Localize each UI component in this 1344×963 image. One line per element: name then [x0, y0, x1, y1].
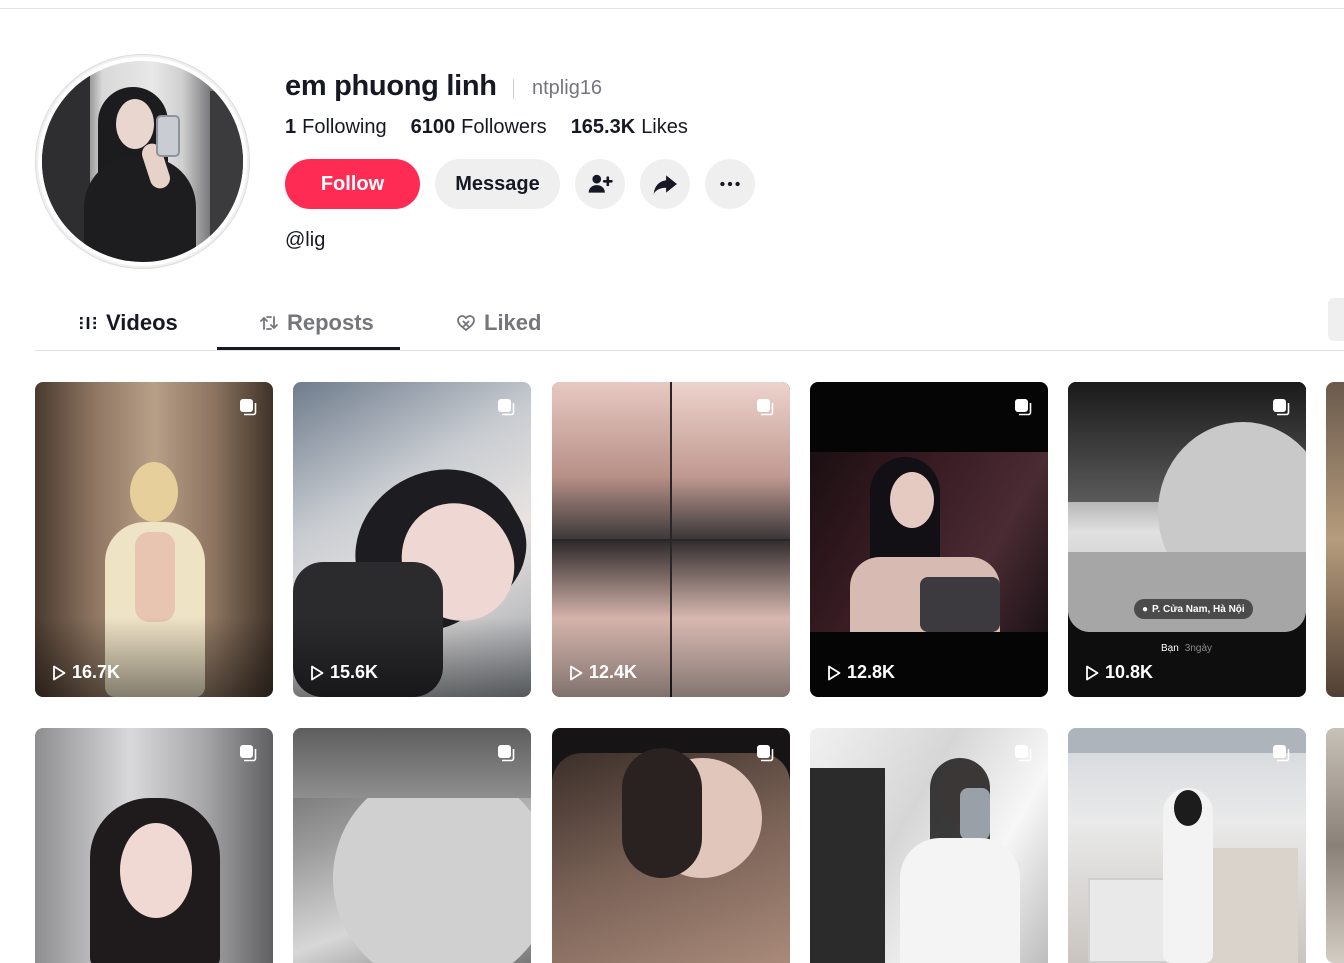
- video-tile[interactable]: [1068, 728, 1306, 963]
- stat-following[interactable]: 1 Following: [285, 116, 387, 139]
- stat-label: Likes: [641, 116, 688, 138]
- more-icon: [720, 181, 740, 187]
- multi-photo-icon: [240, 399, 257, 416]
- multi-photo-icon: [498, 399, 515, 416]
- multi-photo-icon: [1273, 745, 1290, 762]
- video-thumbnail: [1068, 382, 1306, 632]
- video-tile[interactable]: [293, 728, 531, 963]
- post-meta: Bạn 3ngày: [1161, 643, 1212, 654]
- multi-photo-icon: [240, 745, 257, 762]
- heart-icon: [457, 315, 475, 331]
- follow-button[interactable]: Follow: [285, 159, 420, 209]
- side-panel-handle[interactable]: [1328, 298, 1344, 341]
- meta-time: 3ngày: [1184, 643, 1213, 654]
- profile-username: ntplig16: [532, 77, 603, 99]
- repost-icon: [260, 316, 278, 330]
- play-icon: [570, 665, 583, 680]
- share-icon: [653, 175, 677, 194]
- view-count-value: 15.6K: [330, 662, 379, 682]
- stat-label: Followers: [461, 116, 547, 138]
- play-icon: [311, 665, 324, 680]
- message-button[interactable]: Message: [435, 159, 560, 209]
- view-count: 16.7K: [52, 662, 120, 683]
- multi-photo-icon: [757, 399, 774, 416]
- video-tile-partial[interactable]: [1326, 728, 1344, 963]
- view-count: 12.8K: [827, 662, 895, 683]
- view-count-value: 10.8K: [1105, 662, 1154, 682]
- stat-followers[interactable]: 6100 Followers: [411, 116, 547, 139]
- share-button[interactable]: [640, 159, 690, 209]
- tab-label: Reposts: [287, 310, 374, 335]
- tab-label: Videos: [106, 310, 178, 335]
- video-tile[interactable]: [35, 728, 273, 963]
- profile-bio: @lig: [285, 229, 326, 251]
- video-tile[interactable]: 12.4K: [552, 382, 790, 697]
- tab-reposts[interactable]: Reposts: [259, 296, 374, 350]
- add-friend-button[interactable]: [575, 159, 625, 209]
- video-tile-partial[interactable]: [1326, 382, 1344, 697]
- grid-icon: [80, 317, 96, 329]
- profile-stats: 1 Following 6100 Followers 165.3K Likes: [285, 116, 712, 139]
- multi-photo-icon: [498, 745, 515, 762]
- tab-label: Liked: [484, 310, 542, 335]
- location-pin-icon: ●: [1142, 603, 1149, 615]
- stat-label: Following: [302, 116, 387, 138]
- multi-photo-icon: [1015, 745, 1032, 762]
- multi-photo-icon: [757, 745, 774, 762]
- video-tile[interactable]: 16.7K: [35, 382, 273, 697]
- video-tile[interactable]: ● P. Cửa Nam, Hà Nội Bạn 3ngày 10.8K: [1068, 382, 1306, 697]
- play-icon: [53, 665, 66, 680]
- profile-tabs: Videos Reposts Liked: [35, 296, 1344, 351]
- add-user-icon: [588, 174, 613, 193]
- avatar-photo: [42, 61, 243, 262]
- video-tile[interactable]: [810, 728, 1048, 963]
- stat-value: 1: [285, 116, 297, 138]
- view-count: 10.8K: [1085, 662, 1153, 683]
- view-count-value: 12.8K: [847, 662, 896, 682]
- stat-likes: 165.3K Likes: [571, 116, 688, 139]
- top-divider: [0, 8, 1344, 9]
- play-icon: [828, 665, 841, 680]
- meta-name: Bạn: [1161, 643, 1179, 654]
- video-tile[interactable]: 12.8K: [810, 382, 1048, 697]
- active-tab-indicator: [217, 347, 400, 350]
- multi-photo-icon: [1273, 399, 1290, 416]
- location-label: P. Cửa Nam, Hà Nội: [1152, 603, 1245, 615]
- more-button[interactable]: [705, 159, 755, 209]
- view-count-value: 12.4K: [589, 662, 638, 682]
- tab-videos[interactable]: Videos: [78, 296, 178, 350]
- location-tag: ● P. Cửa Nam, Hà Nội: [1134, 599, 1253, 619]
- stat-value: 6100: [410, 116, 456, 138]
- view-count: 12.4K: [569, 662, 637, 683]
- profile-display-name: em phuong linh: [285, 70, 497, 102]
- multi-photo-icon: [1015, 399, 1032, 416]
- stat-value: 165.3K: [570, 116, 636, 138]
- tab-liked[interactable]: Liked: [456, 296, 541, 350]
- name-separator: [513, 79, 514, 99]
- profile-avatar[interactable]: [35, 54, 250, 269]
- video-tile[interactable]: 15.6K: [293, 382, 531, 697]
- play-icon: [1086, 665, 1099, 680]
- video-tile[interactable]: [552, 728, 790, 963]
- view-count-value: 16.7K: [72, 662, 121, 682]
- view-count: 15.6K: [310, 662, 378, 683]
